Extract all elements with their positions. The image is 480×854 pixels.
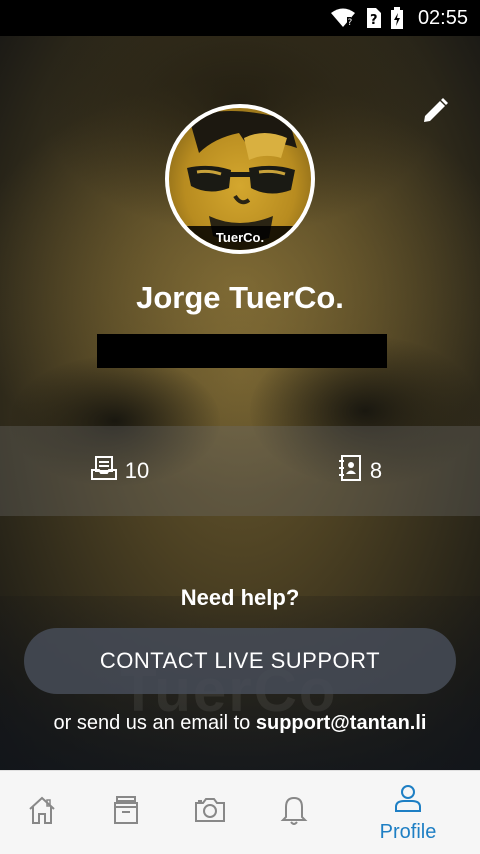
camera-icon	[193, 794, 227, 831]
nav-profile-label: Profile	[379, 820, 437, 843]
nav-notifications[interactable]	[252, 771, 336, 854]
stat-contacts-value: 8	[369, 458, 383, 483]
email-line: or send us an email to support@tantan.li	[0, 712, 480, 735]
help-title: Need help?	[180, 585, 300, 610]
status-bar: ? ? 02:55	[0, 0, 480, 36]
stat-posts[interactable]: 10	[0, 426, 240, 516]
profile-name: Jorge TuerCo.	[136, 280, 344, 315]
nav-home[interactable]	[0, 771, 84, 854]
email-prefix: or send us an email to	[53, 712, 256, 734]
contacts-book-icon	[338, 455, 362, 487]
person-icon	[392, 782, 424, 819]
contact-live-support-button[interactable]: CONTACT LIVE SUPPORT	[24, 628, 456, 694]
stat-posts-value: 10	[124, 458, 150, 483]
bottom-nav: Profile	[0, 770, 480, 854]
stat-contacts[interactable]: 8	[240, 426, 480, 516]
edit-profile-button[interactable]	[418, 96, 452, 130]
avatar-tag: TuerCo.	[169, 226, 311, 250]
wifi-icon: ?	[330, 8, 356, 28]
svg-text:?: ?	[370, 13, 378, 28]
nav-profile[interactable]: Profile	[336, 771, 480, 854]
bell-icon	[278, 793, 310, 832]
pencil-icon	[421, 97, 449, 130]
redacted-field	[97, 334, 387, 368]
stats-bar: 10 8	[0, 426, 480, 516]
nav-archive[interactable]	[84, 771, 168, 854]
home-icon	[26, 794, 58, 831]
no-sim-icon: ?	[364, 7, 382, 29]
status-clock: 02:55	[417, 6, 468, 29]
nav-camera[interactable]	[168, 771, 252, 854]
archive-box-icon	[110, 794, 142, 831]
svg-text:?: ?	[347, 18, 352, 28]
avatar[interactable]: TuerCo.	[165, 104, 315, 254]
inbox-tray-icon	[90, 455, 117, 487]
battery-charging-icon	[390, 7, 404, 29]
support-email-link[interactable]: support@tantan.li	[256, 712, 427, 734]
